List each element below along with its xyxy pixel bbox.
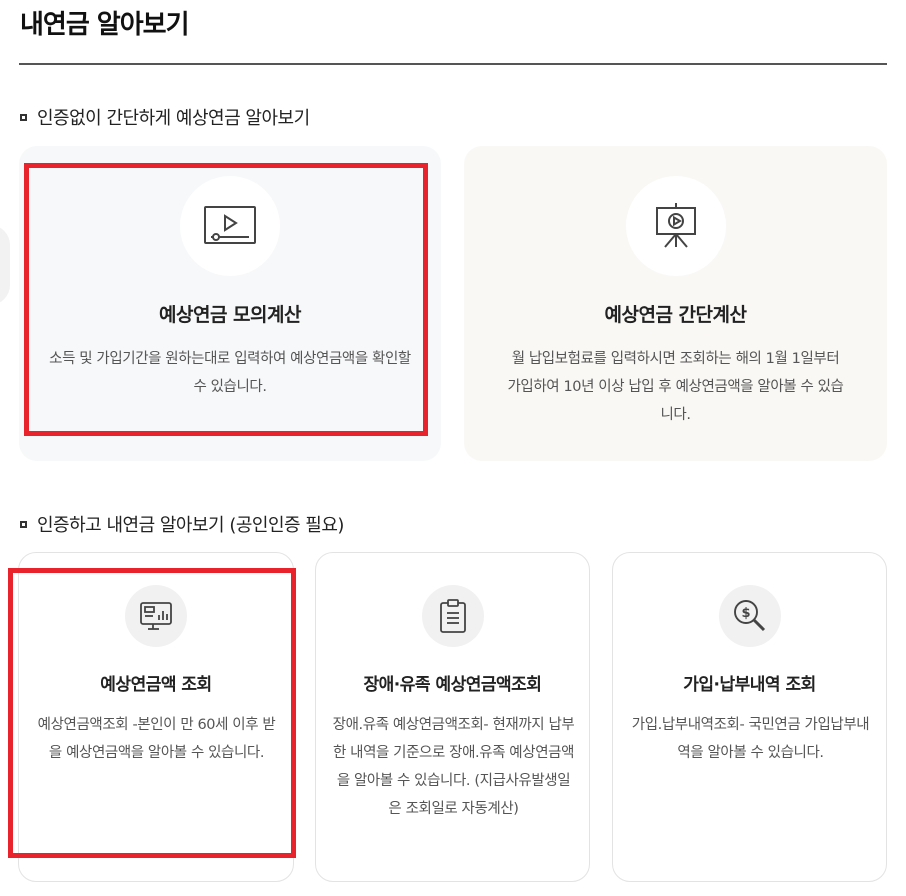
- clipboard-icon: [421, 585, 484, 647]
- title-divider: [19, 63, 887, 65]
- money-search-icon: $: [718, 585, 781, 647]
- monitor-chart-icon: [125, 585, 187, 647]
- section-heading-auth: 인증하고 내연금 알아보기 (공인인증 필요): [20, 511, 344, 537]
- card-pension-simple-calc[interactable]: 예상연금 간단계산 월 납입보험료를 입력하시면 조회하는 해의 1월 1일부터…: [464, 146, 887, 461]
- svg-text:$: $: [741, 606, 750, 621]
- square-bullet-icon: [20, 520, 27, 528]
- section-heading-text: 인증하고 내연금 알아보기 (공인인증 필요): [37, 515, 344, 536]
- card-description: 예상연금액조회 -본인이 만 60세 이후 받을 예상연금액을 알아볼 수 있습…: [37, 717, 276, 761]
- card-title: 예상연금액 조회: [100, 675, 212, 695]
- section-heading-text: 인증없이 간단하게 예상연금 알아보기: [37, 108, 310, 129]
- carousel-edge-decoration: [0, 225, 10, 305]
- card-pension-simulation[interactable]: 예상연금 모의계산 소득 및 가입기간을 원하는대로 입력하여 예상연금액을 확…: [19, 146, 441, 461]
- section-heading-no-auth: 인증없이 간단하게 예상연금 알아보기: [20, 104, 310, 130]
- card-title: 예상연금 모의계산: [159, 304, 301, 326]
- card-description: 월 납입보험료를 입력하시면 조회하는 해의 1월 1일부터 가입하여 10년 …: [507, 351, 844, 423]
- square-bullet-icon: [20, 113, 27, 121]
- video-player-icon: [180, 176, 280, 276]
- card-description: 가입.납부내역조회- 국민연금 가입납부내역을 알아볼 수 있습니다.: [631, 717, 870, 761]
- card-expected-pension-inquiry[interactable]: 예상연금액 조회 예상연금액조회 -본인이 만 60세 이후 받을 예상연금액을…: [18, 552, 294, 882]
- card-title: 가입·납부내역 조회: [683, 675, 816, 695]
- card-description: 장애.유족 예상연금액조회- 현재까지 납부한 내역을 기준으로 장애.유족 예…: [332, 717, 575, 817]
- card-title: 장애·유족 예상연금액조회: [363, 675, 542, 695]
- card-disability-survivor-pension-inquiry[interactable]: 장애·유족 예상연금액조회 장애.유족 예상연금액조회- 현재까지 납부한 내역…: [315, 552, 590, 882]
- page-title: 내연금 알아보기: [20, 10, 189, 40]
- card-subscription-payment-history[interactable]: $ 가입·납부내역 조회 가입.납부내역조회- 국민연금 가입납부내역을 알아볼…: [612, 552, 887, 882]
- card-title: 예상연금 간단계산: [604, 304, 747, 326]
- card-description: 소득 및 가입기간을 원하는대로 입력하여 예상연금액을 확인할 수 있습니다.: [49, 351, 411, 395]
- presentation-board-icon: [625, 176, 726, 276]
